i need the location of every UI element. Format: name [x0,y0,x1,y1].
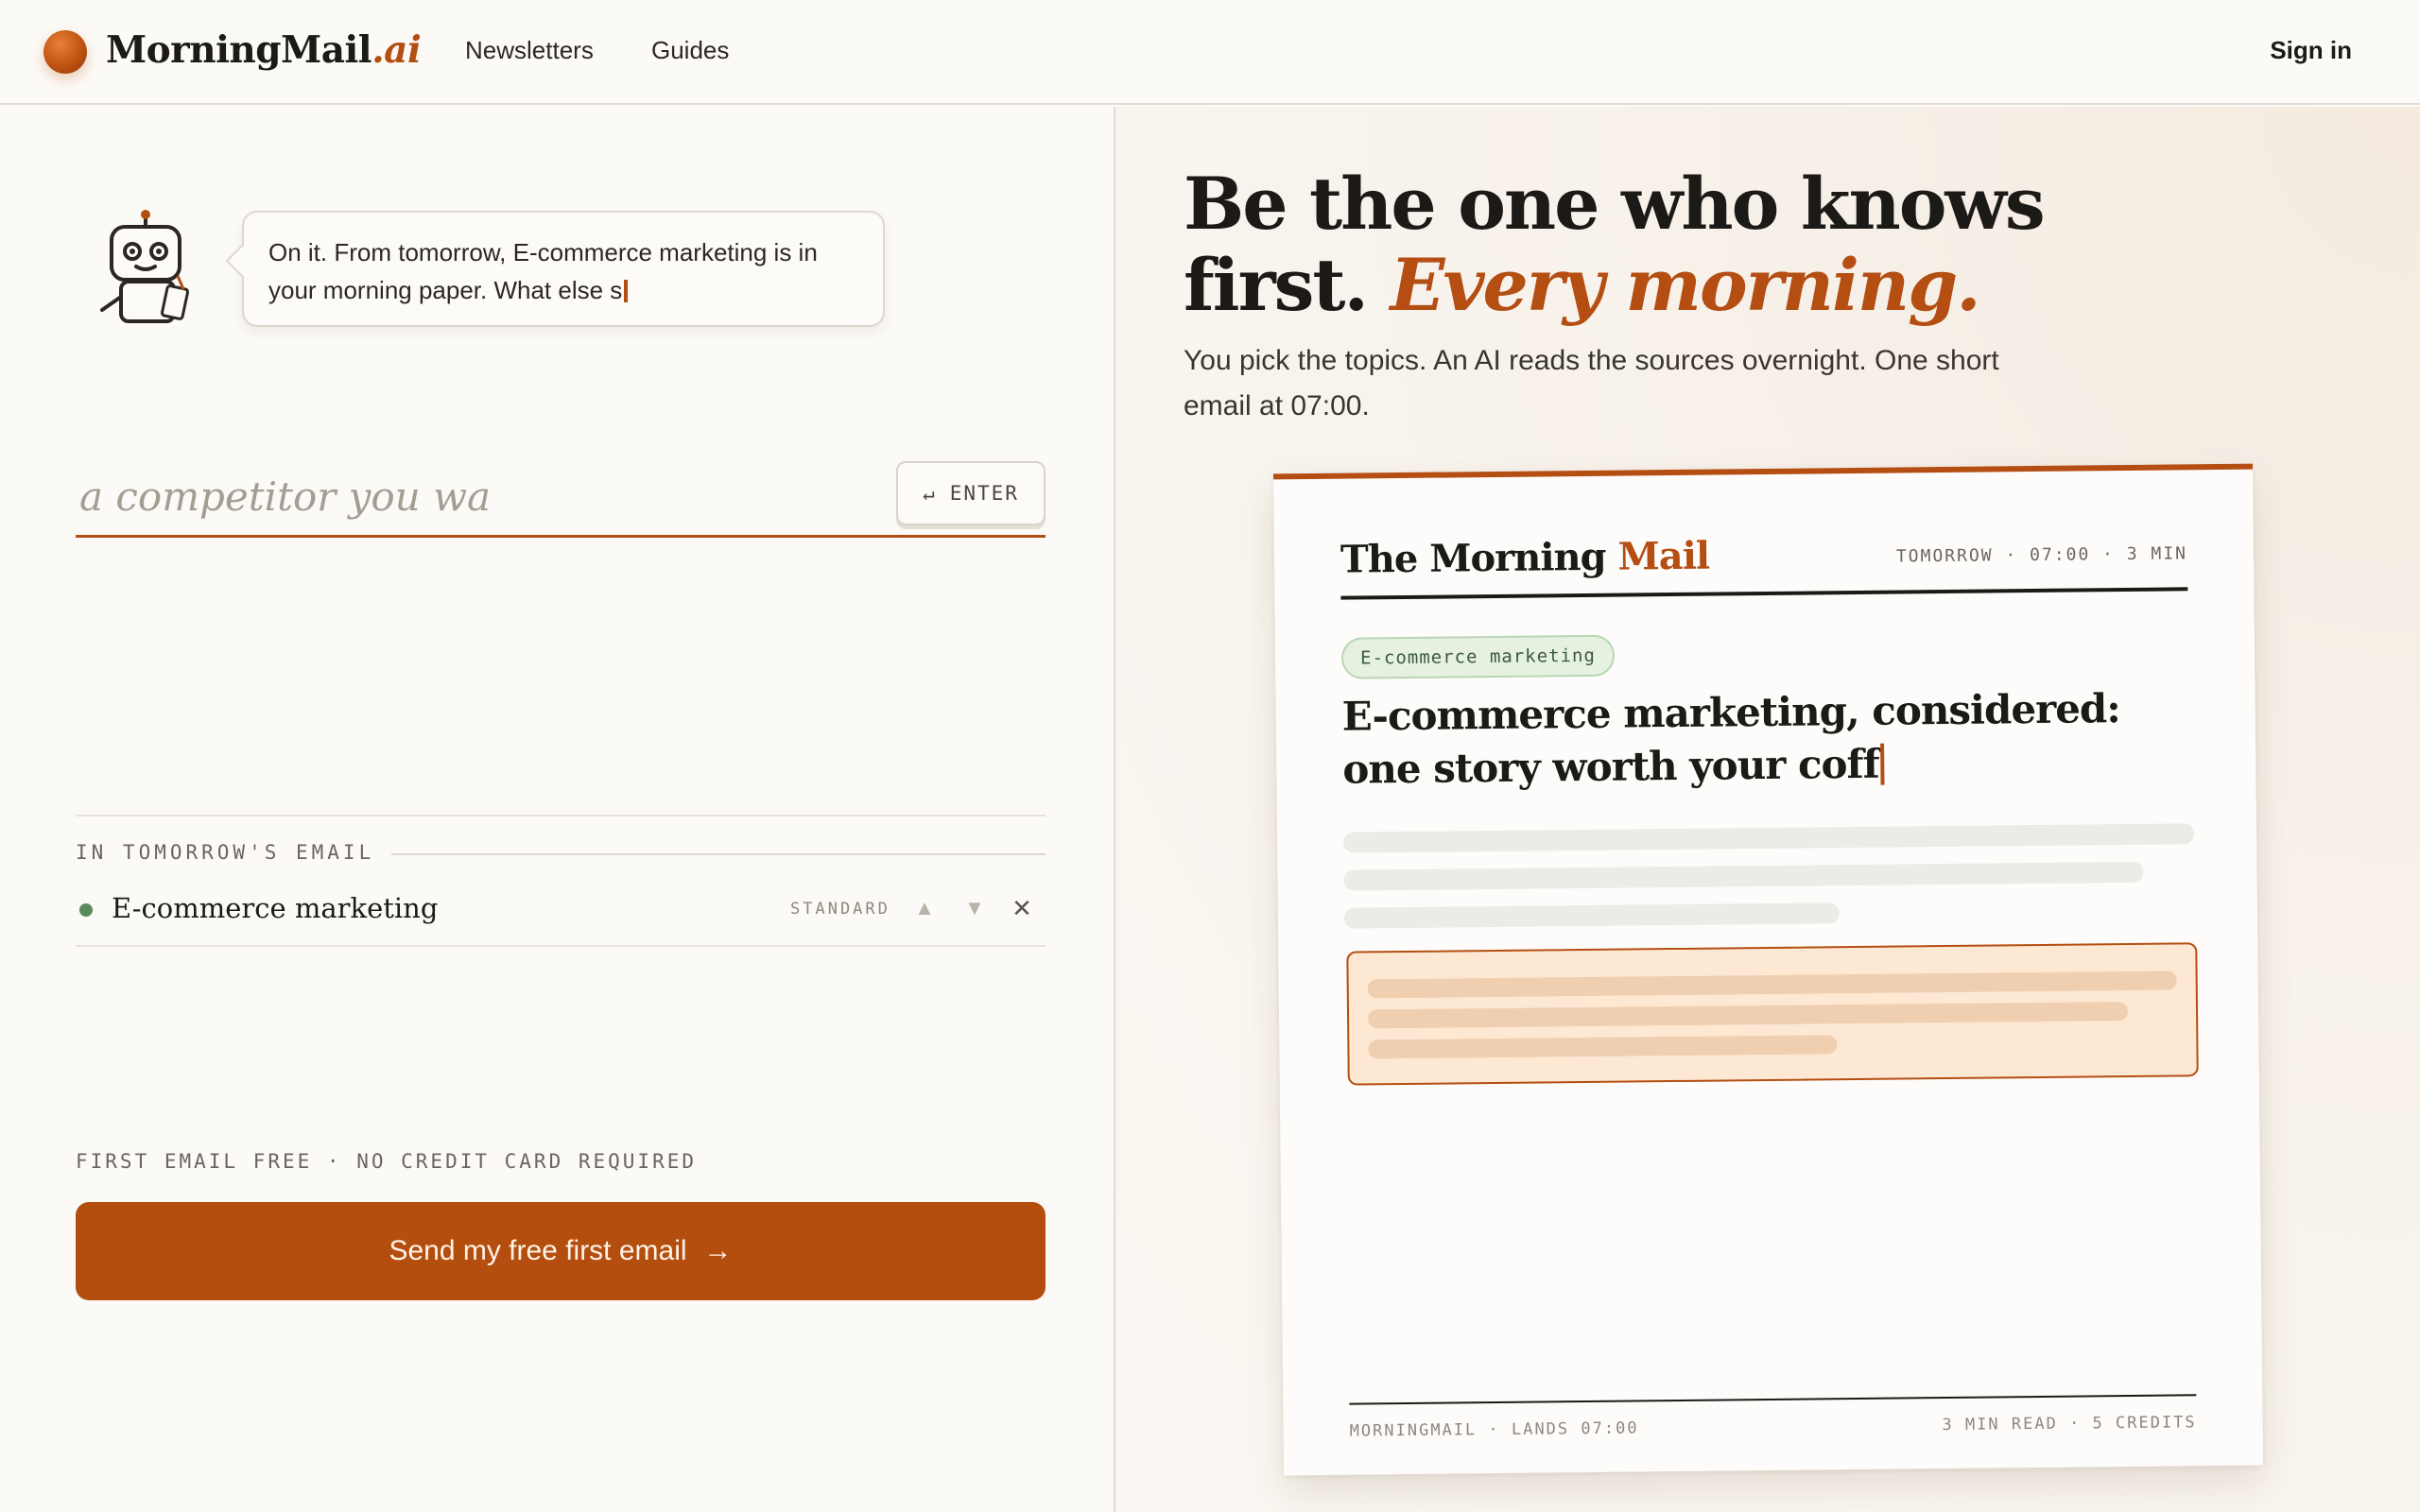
footer-rule [1349,1394,2197,1405]
topic-input[interactable] [79,466,855,526]
return-icon: ↵ [923,482,937,505]
top-nav: MorningMail.ai Newsletters Guides Sign i… [0,0,2420,105]
topic-row: E-commerce marketing STANDARD ▲ ▼ ✕ [76,881,1046,947]
skeleton-line [1368,1035,1838,1059]
section-rule [391,853,1046,855]
skeleton-line [1367,1001,2129,1029]
preview-meta: TOMORROW · 07:00 · 3 MIN [1895,543,2188,567]
enter-label: ENTER [949,482,1019,505]
preview-footer-right: 3 MIN READ · 5 CREDITS [1942,1413,2197,1435]
topic-status-dot [79,903,93,917]
signin-link[interactable]: Sign in [2270,36,2352,65]
hero-title: Be the one who knows first. Every mornin… [1184,163,2129,326]
skeleton-line [1343,902,1841,929]
tomorrow-section-label: IN TOMORROW'S EMAIL [76,841,375,864]
topic-input-wrap: ↵ ENTER [76,458,1046,538]
assistant-speech-bubble: On it. From tomorrow, E-commerce marketi… [242,211,885,327]
assistant-message: On it. From tomorrow, E-commerce marketi… [268,238,818,304]
arrow-right-icon: → [703,1235,733,1266]
skeleton-line [1343,861,2144,891]
topic-tag: E-commerce marketing [1340,634,1616,679]
preview-headline: E-commerce marketing, considered: one st… [1341,681,2193,796]
robot-icon [100,210,190,323]
skeleton-line [1343,823,2195,853]
topic-name: E-commerce marketing [112,892,439,924]
list-divider [76,815,1046,816]
highlight-callout [1346,942,2199,1086]
nav-guides[interactable]: Guides [651,36,729,65]
move-up-icon[interactable]: ▲ [910,896,939,920]
move-down-icon[interactable]: ▼ [960,896,989,920]
hero-title-accent: Every morning. [1390,243,1980,327]
email-preview-card: The Morning Mail TOMORROW · 07:00 · 3 MI… [1273,463,2264,1476]
typing-caret [1880,743,1885,785]
topic-tier-selector[interactable]: STANDARD [790,900,890,919]
cta-label: Send my free first email [389,1235,687,1266]
masthead-accent: Mail [1617,533,1710,579]
brand-logo[interactable]: MorningMail.ai [106,28,422,72]
preview-masthead: The Morning Mail [1340,534,1710,582]
masthead-rule [1340,587,2188,600]
skeleton-line [1367,971,2177,999]
headline-text: E-commerce marketing, considered: one st… [1341,685,2121,793]
send-free-email-button[interactable]: Send my free first email → [76,1202,1046,1300]
enter-button[interactable]: ↵ ENTER [896,461,1046,525]
remove-topic-icon[interactable]: ✕ [1008,894,1036,923]
free-email-note: FIRST EMAIL FREE · NO CREDIT CARD REQUIR… [76,1150,698,1173]
masthead-title: The Morning [1340,534,1606,582]
typing-caret [624,280,629,302]
preview-pane: Be the one who knows first. Every mornin… [1115,107,2420,1512]
nav-newsletters[interactable]: Newsletters [465,36,594,65]
brand-name: MorningMail [106,28,372,72]
brand-suffix: .ai [372,28,422,72]
preview-footer-left: MORNINGMAIL · LANDS 07:00 [1349,1418,1639,1441]
logo-mark-icon[interactable] [43,30,87,74]
hero-subtitle: You pick the topics. An AI reads the sou… [1184,345,1999,421]
